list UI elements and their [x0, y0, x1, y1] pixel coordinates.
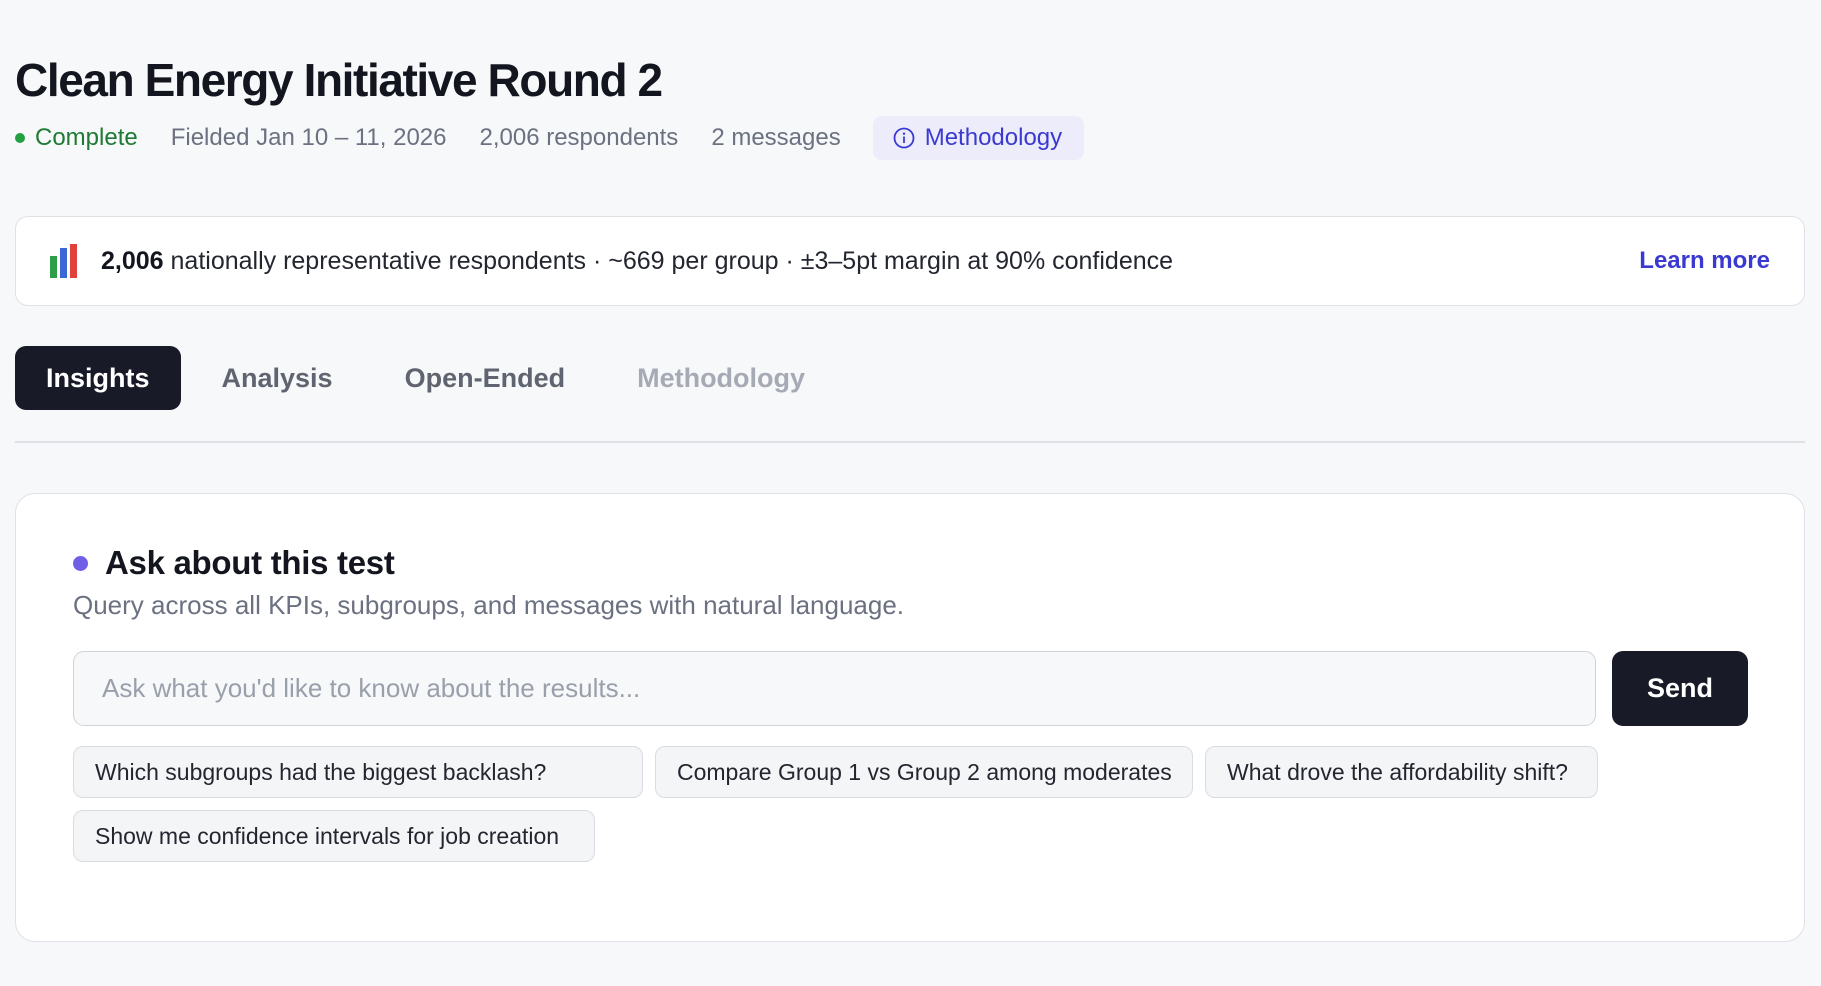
- tab-bar: Insights Analysis Open-Ended Methodology: [15, 346, 836, 410]
- suggestion-chip-backlash[interactable]: Which subgroups had the biggest backlash…: [73, 746, 643, 798]
- ask-panel-subtitle: Query across all KPIs, subgroups, and me…: [73, 590, 905, 620]
- message-count: 2 messages: [711, 124, 841, 151]
- fielded-dates: Fielded Jan 10 – 11, 2026: [170, 124, 447, 151]
- learn-more-link[interactable]: Learn more: [1639, 247, 1770, 275]
- sample-summary-banner: 2,006 nationally representative responde…: [15, 216, 1805, 306]
- tab-analysis[interactable]: Analysis: [191, 346, 364, 410]
- tab-divider: [15, 441, 1805, 443]
- page: Clean Energy Initiative Round 2 Complete…: [0, 0, 1821, 986]
- respondent-count: 2,006 respondents: [479, 124, 679, 151]
- tab-methodology[interactable]: Methodology: [606, 346, 836, 410]
- methodology-chip[interactable]: Methodology: [872, 116, 1085, 160]
- methodology-chip-label: Methodology: [924, 124, 1063, 151]
- ask-query-input[interactable]: [73, 651, 1596, 726]
- sample-count: 2,006: [101, 246, 164, 275]
- status-label: Complete: [35, 124, 138, 151]
- info-icon: [893, 127, 915, 149]
- tab-insights[interactable]: Insights: [15, 346, 181, 410]
- suggestion-chip-compare-groups[interactable]: Compare Group 1 vs Group 2 among moderat…: [655, 746, 1193, 798]
- sample-description: nationally representative respondents · …: [163, 246, 1174, 275]
- suggestion-chip-affordability[interactable]: What drove the affordability shift?: [1205, 746, 1598, 798]
- ask-panel-header: Ask about this test: [73, 544, 395, 582]
- page-title: Clean Energy Initiative Round 2: [15, 54, 663, 106]
- suggestion-chips: Which subgroups had the biggest backlash…: [73, 746, 1773, 862]
- bar-chart-icon: [50, 244, 77, 278]
- ask-panel-title: Ask about this test: [105, 544, 395, 581]
- ask-panel: Ask about this test Query across all KPI…: [15, 493, 1805, 942]
- test-meta-row: Complete Fielded Jan 10 – 11, 2026 2,006…: [15, 116, 1085, 160]
- ask-dot-icon: [73, 555, 88, 571]
- status-badge: Complete: [15, 124, 138, 152]
- sample-summary-text: 2,006 nationally representative responde…: [101, 247, 1173, 276]
- status-dot-icon: [15, 133, 25, 143]
- suggestion-chip-confidence-intervals[interactable]: Show me confidence intervals for job cre…: [73, 810, 595, 862]
- send-button[interactable]: Send: [1612, 651, 1748, 726]
- tab-open-ended[interactable]: Open-Ended: [374, 346, 597, 410]
